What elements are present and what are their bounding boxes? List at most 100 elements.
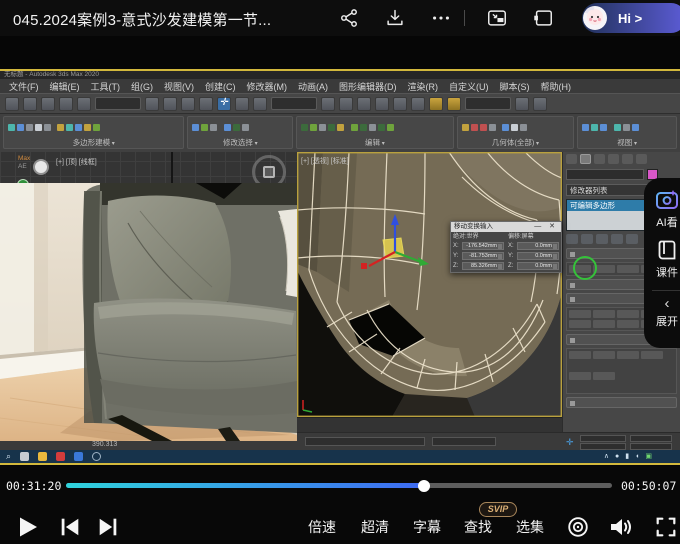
- menu-animation[interactable]: 动画(A): [293, 80, 333, 93]
- taskbar-app-red-icon[interactable]: [56, 452, 65, 461]
- menu-modifiers[interactable]: 修改器(M): [242, 80, 293, 93]
- link-icon[interactable]: [41, 97, 55, 111]
- show-end-result-icon[interactable]: [581, 234, 593, 244]
- unlink-icon[interactable]: [59, 97, 73, 111]
- tab-modify[interactable]: [580, 154, 591, 164]
- select-object-icon[interactable]: [145, 97, 159, 111]
- transform-typein-icon[interactable]: ✛: [566, 437, 574, 448]
- danmaku-settings-icon[interactable]: [566, 514, 590, 540]
- courseware-icon[interactable]: [655, 238, 679, 262]
- percent-snap-icon[interactable]: [375, 97, 389, 111]
- menu-tools[interactable]: 工具(T): [86, 80, 126, 93]
- taskbar-app-ring-icon[interactable]: [92, 452, 101, 461]
- progress-handle[interactable]: [418, 480, 430, 492]
- dialog-window-buttons[interactable]: — ✕: [534, 222, 558, 232]
- download-icon[interactable]: [384, 7, 406, 29]
- offset-y-field[interactable]: 0.0mm: [517, 252, 559, 260]
- ai-watch-label[interactable]: AI看: [656, 214, 677, 230]
- tab-motion[interactable]: [608, 154, 619, 164]
- ribbon-group-view[interactable]: 视图: [577, 116, 677, 149]
- ribbon-group-geometry-all[interactable]: 几何体(全部): [457, 116, 575, 149]
- previous-episode-button[interactable]: [58, 514, 82, 540]
- use-pivot-icon[interactable]: [321, 97, 335, 111]
- subtitles-button[interactable]: 字幕: [408, 514, 446, 540]
- abs-x-field[interactable]: -176.542mm: [462, 242, 504, 250]
- window-crossing-icon[interactable]: [199, 97, 213, 111]
- taskbar-taskview-icon[interactable]: [20, 452, 29, 461]
- bind-icon[interactable]: [77, 97, 91, 111]
- speed-button[interactable]: 倍速: [303, 514, 341, 540]
- menu-scripting[interactable]: 脚本(S): [495, 80, 535, 93]
- tab-create[interactable]: [566, 154, 577, 164]
- ribbon-group-modify-selection[interactable]: 修改选择: [187, 116, 293, 149]
- select-move-icon[interactable]: [217, 97, 231, 111]
- play-button[interactable]: [14, 514, 40, 540]
- share-icon[interactable]: [338, 7, 360, 29]
- tab-hierarchy[interactable]: [594, 154, 605, 164]
- next-episode-button[interactable]: [96, 514, 120, 540]
- ribbon-group-polygon-modeling[interactable]: 多边形建模: [3, 116, 184, 149]
- quality-button[interactable]: 超清: [356, 514, 394, 540]
- expand-label[interactable]: 展开: [656, 313, 678, 329]
- offset-x-field[interactable]: 0.0mm: [517, 242, 559, 250]
- progress-bar[interactable]: [66, 483, 612, 488]
- remove-modifier-icon[interactable]: [611, 234, 623, 244]
- abs-y-field[interactable]: -81.753mm: [462, 252, 504, 260]
- align-icon[interactable]: [411, 97, 425, 111]
- menu-edit[interactable]: 编辑(E): [45, 80, 85, 93]
- menu-customize[interactable]: 自定义(U): [444, 80, 494, 93]
- viewport-perspective[interactable]: [297, 152, 562, 417]
- make-unique-icon[interactable]: [596, 234, 608, 244]
- viewport-right-label[interactable]: [+] [透视] [标准]: [301, 156, 349, 166]
- render-production-icon[interactable]: [447, 97, 461, 111]
- redo-icon[interactable]: [23, 97, 37, 111]
- taskbar-app-blue-icon[interactable]: [74, 452, 83, 461]
- menu-create[interactable]: 创建(C): [200, 80, 241, 93]
- courseware-label[interactable]: 课件: [656, 264, 678, 280]
- rollout-paint-deform[interactable]: [566, 397, 677, 408]
- assistant-pill-button[interactable]: Hi >: [582, 3, 680, 33]
- configure-stack-icon[interactable]: [626, 234, 638, 244]
- more-options-icon[interactable]: [430, 7, 452, 29]
- undo-icon[interactable]: [5, 97, 19, 111]
- menu-rendering[interactable]: 渲染(R): [403, 80, 444, 93]
- select-scale-icon[interactable]: [253, 97, 267, 111]
- render-setup-icon[interactable]: [429, 97, 443, 111]
- tab-utilities[interactable]: [636, 154, 647, 164]
- theater-mode-icon[interactable]: [532, 7, 554, 29]
- angle-snap-icon[interactable]: [357, 97, 371, 111]
- menu-views[interactable]: 视图(V): [159, 80, 199, 93]
- find-button[interactable]: 查找: [459, 514, 497, 540]
- move-transform-typein-dialog[interactable]: 移动变换输入 — ✕ 绝对:世界 X: -176.542mm Y: -81.75…: [450, 221, 562, 273]
- episodes-button[interactable]: 选集: [511, 514, 549, 540]
- fullscreen-icon[interactable]: [654, 514, 678, 540]
- dialog-titlebar[interactable]: 移动变换输入 — ✕: [451, 222, 561, 232]
- taskbar-system-tray[interactable]: ∧●▮ ◖▣: [604, 452, 652, 461]
- chevron-left-icon[interactable]: ‹: [665, 297, 670, 311]
- menu-graph-editors[interactable]: 图形编辑器(D): [334, 80, 402, 93]
- snap-toggle-icon[interactable]: [339, 97, 353, 111]
- mirror-icon[interactable]: [393, 97, 407, 111]
- ai-watch-icon[interactable]: [655, 188, 679, 212]
- material-editor-icon[interactable]: [515, 97, 529, 111]
- named-selection-dropdown[interactable]: [465, 97, 511, 110]
- menu-file[interactable]: 文件(F): [4, 80, 44, 93]
- viewport-left-label[interactable]: [+] [顶] [线框]: [56, 157, 97, 167]
- select-by-name-icon[interactable]: [163, 97, 177, 111]
- object-name-field[interactable]: [566, 169, 644, 180]
- curve-editor-icon[interactable]: [533, 97, 547, 111]
- picture-in-picture-icon[interactable]: [486, 7, 508, 29]
- reference-coordinate-dropdown[interactable]: [271, 97, 317, 110]
- select-region-icon[interactable]: [181, 97, 195, 111]
- pin-stack-icon[interactable]: [566, 234, 578, 244]
- paint-bucket-icon[interactable]: [33, 159, 49, 175]
- menu-group[interactable]: 组(G): [126, 80, 158, 93]
- menu-help[interactable]: 帮助(H): [536, 80, 577, 93]
- select-rotate-icon[interactable]: [235, 97, 249, 111]
- tab-display[interactable]: [622, 154, 633, 164]
- taskbar-search-icon[interactable]: ⌕: [6, 451, 11, 462]
- taskbar-explorer-icon[interactable]: [38, 452, 47, 461]
- selection-filter-dropdown[interactable]: [95, 97, 141, 110]
- offset-z-field[interactable]: 0.0mm: [517, 262, 559, 270]
- volume-icon[interactable]: [608, 514, 634, 540]
